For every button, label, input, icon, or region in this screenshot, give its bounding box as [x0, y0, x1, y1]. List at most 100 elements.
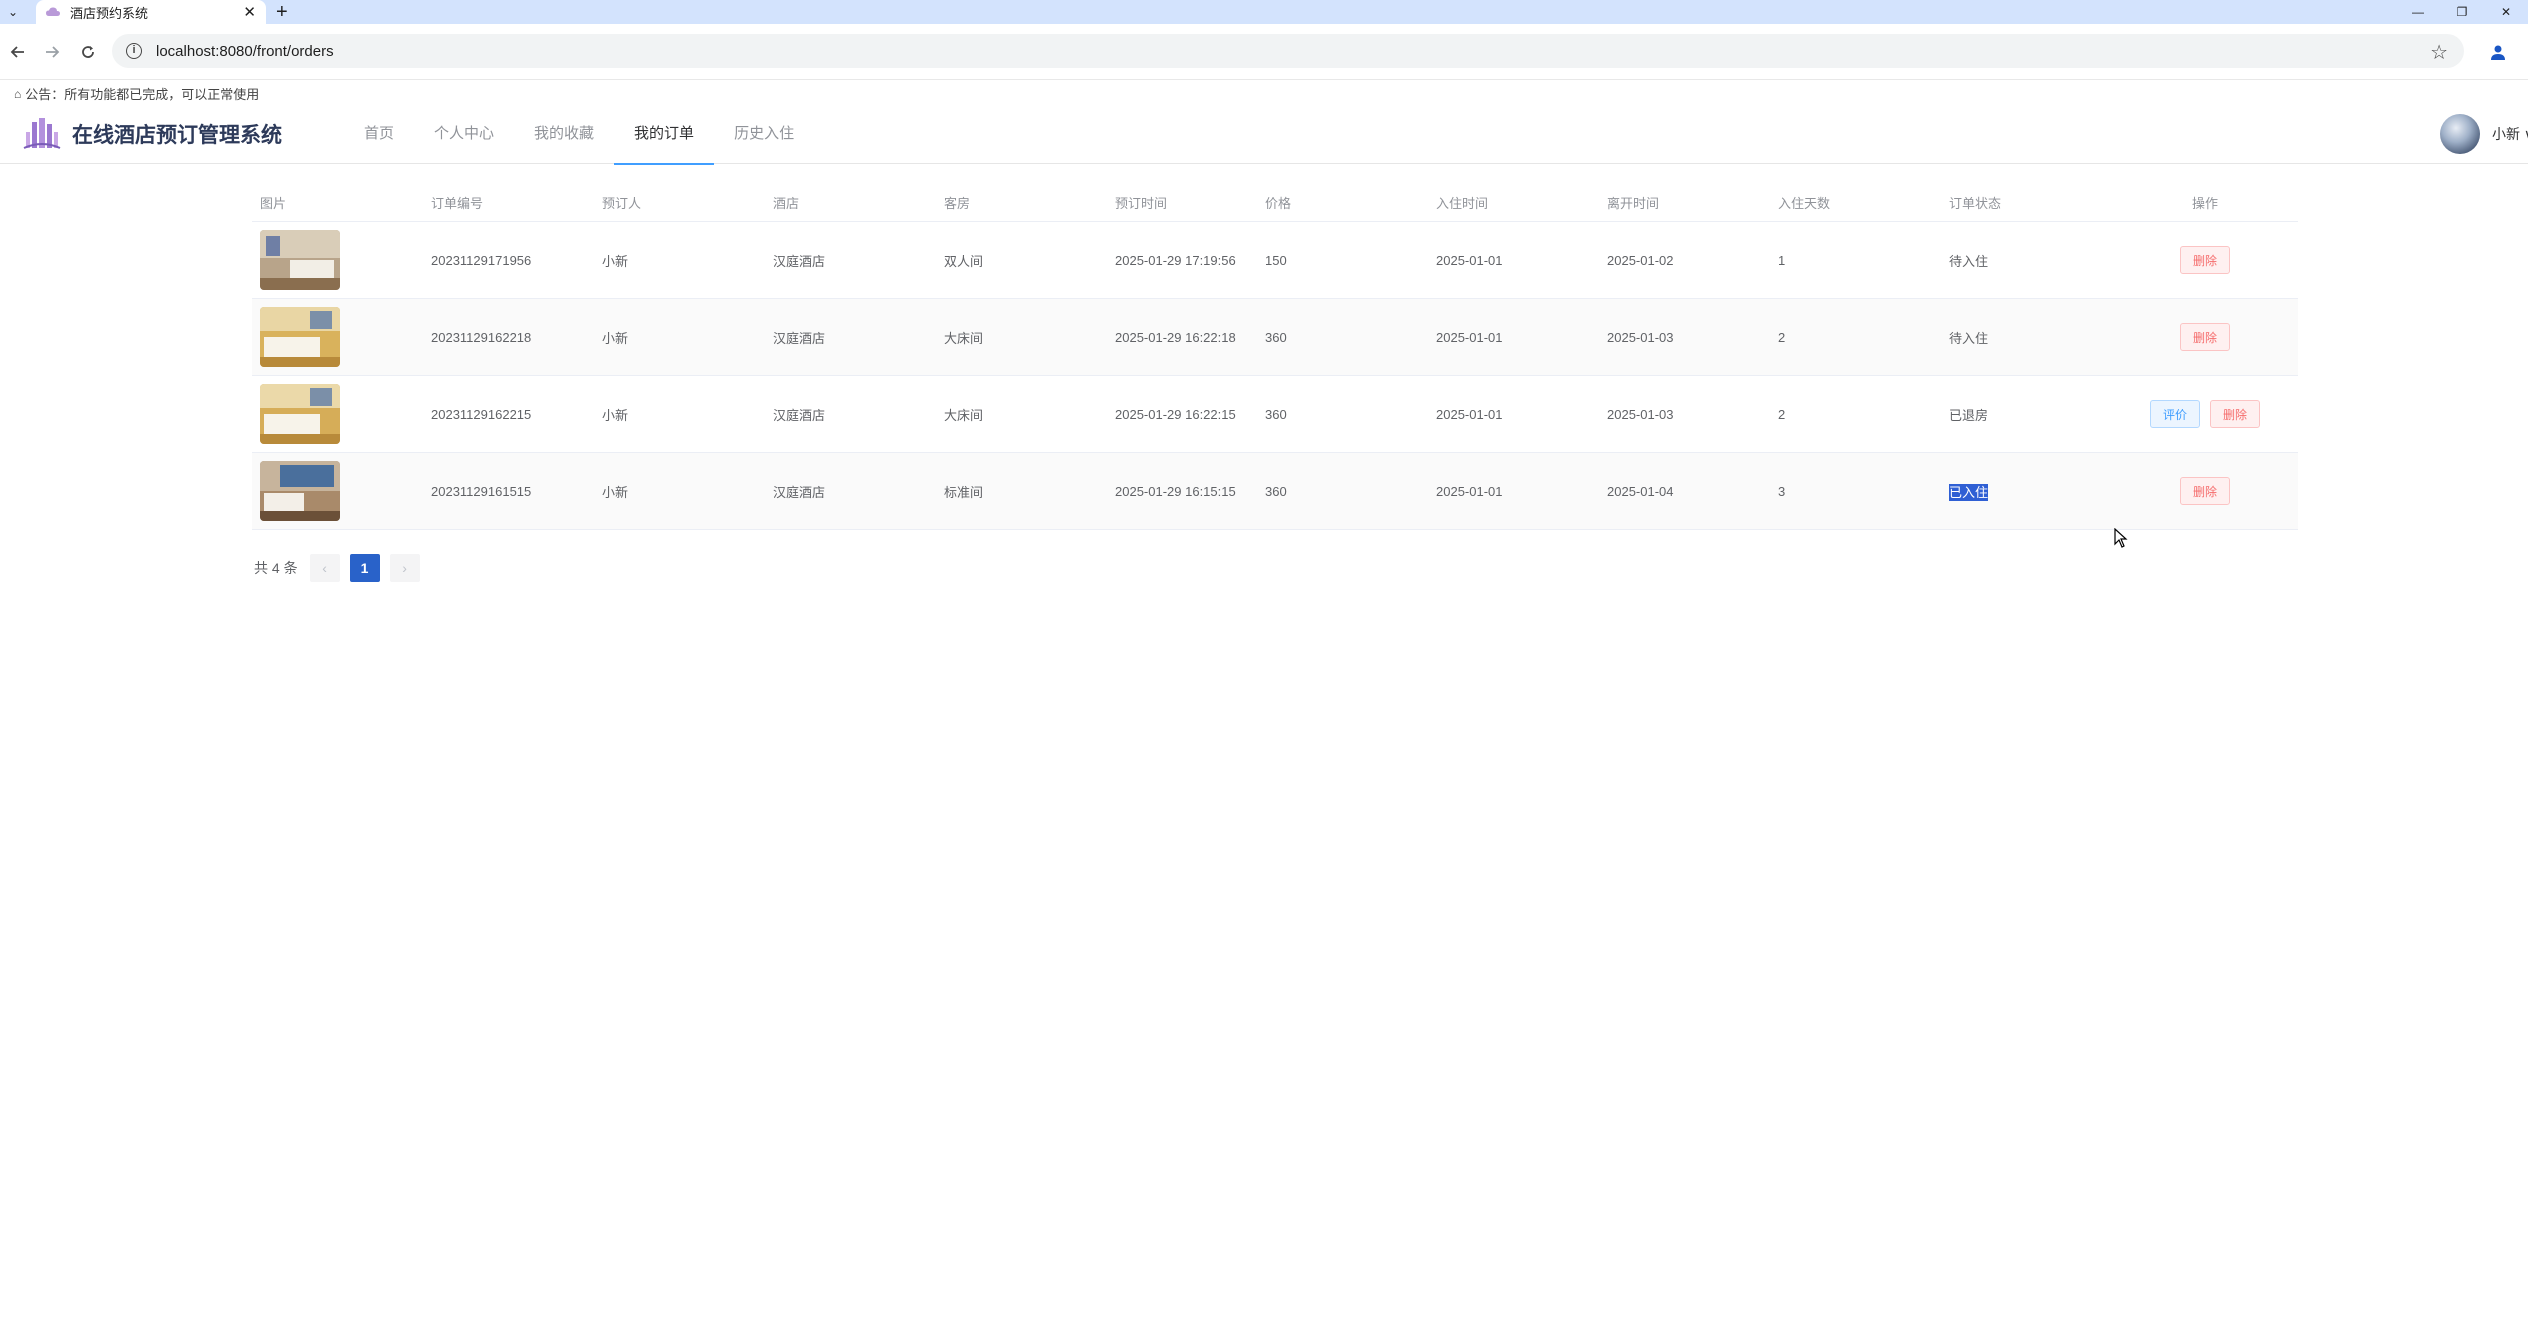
book-time: 2025-01-29 16:22:15 [1115, 406, 1236, 422]
stay-days: 2 [1778, 406, 1786, 422]
price: 150 [1265, 252, 1287, 268]
nav-my-orders[interactable]: 我的订单 [614, 104, 715, 165]
order-status: 已退房 [1949, 407, 1989, 423]
next-page-button[interactable]: › [389, 554, 420, 582]
col-header-order-no: 订单编号 [431, 196, 484, 211]
reload-button[interactable] [74, 38, 102, 66]
delete-button[interactable]: 删除 [2179, 246, 2230, 274]
col-header-status: 订单状态 [1949, 196, 2002, 211]
delete-button[interactable]: 删除 [2210, 400, 2261, 428]
profile-icon [2491, 45, 2505, 60]
tab-close-icon[interactable]: ✕ [243, 3, 256, 21]
check-in-date: 2025-01-01 [1436, 329, 1503, 345]
col-header-hotel: 酒店 [773, 196, 800, 211]
room-type: 双人间 [944, 253, 984, 269]
delete-button[interactable]: 删除 [2179, 323, 2230, 351]
mouse-cursor-icon [2114, 528, 2128, 548]
announcement-bar: ⌂ 公告：所有功能都已完成，可以正常使用 [14, 84, 259, 103]
avatar[interactable] [2440, 114, 2480, 154]
nav-favorites[interactable]: 我的收藏 [514, 104, 614, 164]
main-nav: 首页 个人中心 我的收藏 我的订单 历史入住 [344, 104, 814, 165]
pagination: 共 4 条 ‹ 1 › [254, 554, 430, 582]
close-window-button[interactable]: ✕ [2484, 0, 2528, 24]
table-row: 20231129162218 小新 汉庭酒店 大床间 2025-01-29 16… [252, 299, 2298, 376]
profile-button[interactable] [2486, 40, 2510, 64]
bookmark-star-icon[interactable]: ☆ [2430, 40, 2448, 65]
room-type: 标准间 [944, 484, 984, 500]
site-header: 在线酒店预订管理系统 首页 个人中心 我的收藏 我的订单 历史入住 小新 ∨ [0, 104, 2528, 165]
room-thumbnail[interactable] [260, 461, 340, 521]
browser-tab[interactable]: 酒店预约系统 ✕ [36, 0, 266, 24]
order-number: 20231129161515 [431, 483, 532, 499]
room-thumbnail[interactable] [260, 307, 340, 367]
room-thumbnail[interactable] [260, 384, 340, 444]
minimize-button[interactable]: — [2396, 0, 2440, 24]
site-info-icon[interactable]: i [126, 43, 142, 59]
url-text[interactable]: localhost:8080/front/orders [156, 43, 334, 60]
window-controls: — ❐ ✕ [2396, 0, 2528, 24]
review-button[interactable]: 评价 [2149, 400, 2200, 428]
order-status: 已入住 [1949, 483, 1989, 501]
col-header-image: 图片 [260, 196, 287, 211]
user-name[interactable]: 小新 ∨ [2492, 124, 2528, 144]
col-header-price: 价格 [1265, 196, 1292, 211]
table-row: 20231129162215 小新 汉庭酒店 大床间 2025-01-29 16… [252, 376, 2298, 453]
orders-table: 图片 订单编号 预订人 酒店 客房 预订时间 价格 入住时间 离开时间 入住天数… [252, 184, 2298, 530]
back-button[interactable] [4, 38, 32, 66]
order-number: 20231129162215 [431, 406, 532, 422]
room-thumbnail[interactable] [260, 230, 340, 290]
site-title: 在线酒店预订管理系统 [72, 124, 282, 147]
order-status: 待入住 [1949, 253, 1989, 269]
tab-search-button[interactable]: ⌄ [4, 3, 22, 21]
col-header-check-in: 入住时间 [1436, 196, 1489, 211]
check-out-date: 2025-01-03 [1607, 406, 1674, 422]
row-actions: 评价 删除 [2112, 400, 2298, 428]
stay-days: 1 [1778, 252, 1786, 268]
book-time: 2025-01-29 16:22:18 [1115, 329, 1236, 345]
booker: 小新 [602, 253, 629, 269]
delete-button[interactable]: 删除 [2179, 477, 2230, 505]
order-number: 20231129162218 [431, 329, 532, 345]
page-number-current[interactable]: 1 [349, 554, 380, 582]
hotel-logo-icon [23, 118, 61, 149]
prev-page-button[interactable]: ‹ [309, 554, 340, 582]
col-header-room: 客房 [944, 196, 971, 211]
col-header-actions: 操作 [2191, 196, 2218, 211]
row-actions: 删除 [2112, 323, 2298, 351]
arrow-left-icon [10, 46, 24, 58]
restore-button[interactable]: ❐ [2440, 0, 2484, 24]
book-time: 2025-01-29 16:15:15 [1115, 483, 1236, 499]
site-logo[interactable]: 在线酒店预订管理系统 [22, 114, 282, 154]
address-bar[interactable]: i localhost:8080/front/orders ☆ [112, 34, 2464, 68]
user-menu[interactable]: 小新 ∨ [2440, 114, 2528, 154]
new-tab-button[interactable]: + [276, 1, 288, 24]
check-in-date: 2025-01-01 [1436, 483, 1503, 499]
booker: 小新 [602, 484, 629, 500]
pagination-total: 共 4 条 [254, 560, 298, 576]
forward-button[interactable] [38, 38, 66, 66]
price: 360 [1265, 483, 1287, 499]
booker: 小新 [602, 330, 629, 346]
row-actions: 删除 [2112, 477, 2298, 505]
nav-home[interactable]: 首页 [344, 104, 414, 164]
browser-tabstrip: ⌄ 酒店预约系统 ✕ + — ❐ ✕ [0, 0, 2528, 24]
tab-title: 酒店预约系统 [70, 5, 149, 21]
hotel-name: 汉庭酒店 [773, 407, 826, 423]
col-header-days: 入住天数 [1778, 196, 1831, 211]
nav-history[interactable]: 历史入住 [714, 104, 814, 164]
check-out-date: 2025-01-03 [1607, 329, 1674, 345]
stay-days: 3 [1778, 483, 1786, 499]
browser-toolbar: i localhost:8080/front/orders ☆ [0, 24, 2528, 80]
price: 360 [1265, 406, 1287, 422]
row-actions: 删除 [2112, 246, 2298, 274]
reload-icon [82, 46, 94, 58]
table-header: 图片 订单编号 预订人 酒店 客房 预订时间 价格 入住时间 离开时间 入住天数… [252, 184, 2298, 222]
booker: 小新 [602, 407, 629, 423]
bell-icon: ⌂ [14, 86, 22, 101]
stay-days: 2 [1778, 329, 1786, 345]
table-row: 20231129171956 小新 汉庭酒店 双人间 2025-01-29 17… [252, 222, 2298, 299]
nav-profile[interactable]: 个人中心 [414, 104, 514, 164]
announcement-text: 公告：所有功能都已完成，可以正常使用 [25, 87, 260, 102]
check-out-date: 2025-01-04 [1607, 483, 1674, 499]
room-type: 大床间 [944, 407, 984, 423]
